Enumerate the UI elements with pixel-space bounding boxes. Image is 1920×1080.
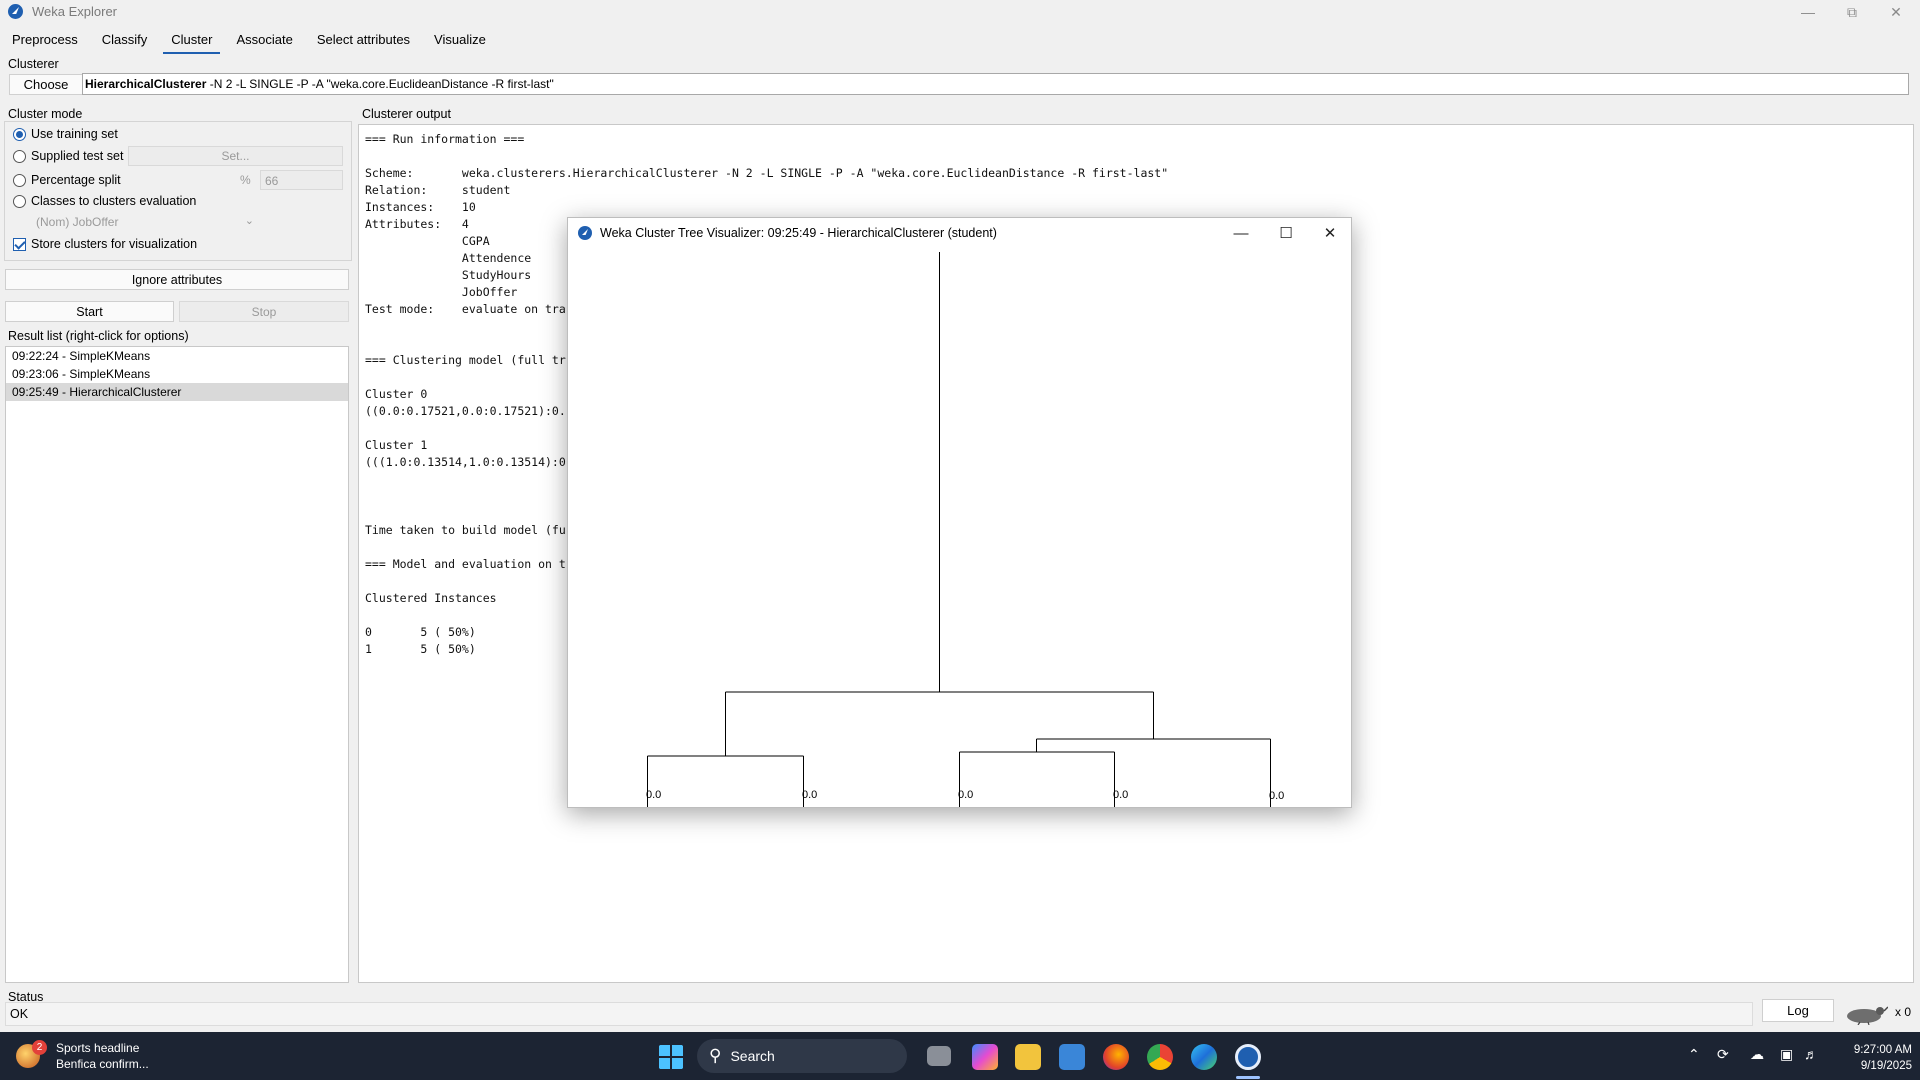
- output-line: Scheme: weka.clusterers.HierarchicalClus…: [365, 166, 1169, 180]
- popup-title: Weka Cluster Tree Visualizer: 09:25:49 -…: [600, 226, 997, 240]
- ignore-attributes-button[interactable]: Ignore attributes: [5, 269, 349, 290]
- weka-bird-icon[interactable]: [1842, 1003, 1888, 1025]
- cluster-mode-label: Cluster mode: [8, 107, 83, 121]
- radio-selected-icon[interactable]: [13, 127, 26, 141]
- notification-badge: 2: [32, 1040, 47, 1055]
- leaf-label: 0.0: [1113, 789, 1128, 801]
- taskbar-clock[interactable]: 9:27:00 AM 9/19/2025: [1820, 1042, 1912, 1074]
- clock-date: 9/19/2025: [1860, 1060, 1912, 1072]
- search-icon: ⚲: [709, 1046, 722, 1065]
- percentage-split-label: Percentage split: [31, 173, 121, 187]
- store-clusters-option[interactable]: Store clusters for visualization: [13, 237, 197, 251]
- choose-button[interactable]: Choose: [9, 74, 83, 95]
- checkbox-checked-icon[interactable]: [13, 237, 26, 251]
- clusterer-name: HierarchicalClusterer: [85, 77, 207, 91]
- cloud-offline-icon[interactable]: ☁: [1750, 1046, 1764, 1063]
- search-placeholder: Search: [730, 1048, 775, 1064]
- class-attribute-dropdown[interactable]: (Nom) JobOffer ⌄: [28, 214, 260, 232]
- news-subtitle: Benfica confirm...: [56, 1057, 149, 1071]
- network-icon[interactable]: ▣: [1780, 1046, 1793, 1063]
- status-field: OK: [5, 1002, 1753, 1026]
- task-view-icon[interactable]: [927, 1046, 951, 1066]
- clusterer-section-label: Clusterer: [8, 57, 59, 71]
- tab-associate[interactable]: Associate: [224, 26, 304, 54]
- percentage-split-option[interactable]: Percentage split: [13, 173, 121, 187]
- close-icon[interactable]: ✕: [1874, 0, 1918, 24]
- news-widget[interactable]: 2 Sports headline Benfica confirm...: [16, 1040, 149, 1072]
- store-icon[interactable]: [1059, 1044, 1085, 1070]
- file-explorer-icon[interactable]: [1015, 1044, 1041, 1070]
- list-item[interactable]: 09:25:49 - HierarchicalClusterer: [6, 383, 348, 401]
- use-training-set-option[interactable]: Use training set: [13, 127, 118, 141]
- result-list[interactable]: 09:22:24 - SimpleKMeans 09:23:06 - Simpl…: [5, 346, 349, 983]
- percent-symbol: %: [240, 173, 251, 187]
- set-test-set-button[interactable]: Set...: [128, 146, 343, 166]
- store-clusters-label: Store clusters for visualization: [31, 237, 198, 251]
- classes-to-clusters-option[interactable]: Classes to clusters evaluation: [13, 194, 196, 208]
- chrome-icon[interactable]: [1147, 1044, 1173, 1070]
- windows-taskbar: 2 Sports headline Benfica confirm... ⚲ S…: [0, 1032, 1920, 1080]
- popup-titlebar[interactable]: Weka Cluster Tree Visualizer: 09:25:49 -…: [568, 218, 1351, 248]
- leaf-label: 0.0: [646, 789, 661, 801]
- minimize-icon[interactable]: —: [1219, 218, 1263, 248]
- dendrogram: 0.0 0.0 0.0 0.0 0.0: [646, 252, 1284, 807]
- explorer-tabs: Preprocess Classify Cluster Associate Se…: [0, 26, 498, 54]
- minimize-icon[interactable]: —: [1786, 0, 1830, 24]
- chevron-down-icon: ⌄: [244, 215, 254, 227]
- list-item[interactable]: 09:23:06 - SimpleKMeans: [6, 365, 348, 383]
- window-titlebar: Weka Explorer — ⧉ ✕: [0, 0, 1920, 24]
- clusterer-output-label: Clusterer output: [362, 107, 451, 121]
- classes-to-clusters-label: Classes to clusters evaluation: [31, 194, 197, 208]
- radio-icon[interactable]: [13, 149, 26, 163]
- supplied-test-set-option[interactable]: Supplied test set: [13, 149, 123, 163]
- tab-select-attributes[interactable]: Select attributes: [305, 26, 422, 54]
- class-attribute-value: (Nom) JobOffer: [36, 215, 119, 229]
- output-line: === Run information ===: [365, 132, 525, 146]
- weka-app-icon: [578, 226, 592, 240]
- active-app-indicator: [1236, 1076, 1260, 1079]
- stop-button[interactable]: Stop: [179, 301, 349, 322]
- leaf-label: 0.0: [802, 789, 817, 801]
- task-count: x 0: [1895, 1005, 1912, 1019]
- percentage-split-input[interactable]: 66: [260, 170, 343, 190]
- volume-icon[interactable]: ♬: [1804, 1046, 1818, 1062]
- result-list-label: Result list (right-click for options): [8, 329, 189, 343]
- tab-classify[interactable]: Classify: [90, 26, 160, 54]
- clusterer-options: -N 2 -L SINGLE -P -A "weka.core.Euclidea…: [206, 77, 554, 91]
- tab-preprocess[interactable]: Preprocess: [0, 26, 90, 54]
- radio-icon[interactable]: [13, 173, 26, 187]
- output-line: Instances: 10: [365, 200, 476, 214]
- tab-visualize[interactable]: Visualize: [422, 26, 498, 54]
- log-button[interactable]: Log: [1762, 999, 1834, 1022]
- tab-cluster[interactable]: Cluster: [159, 26, 224, 54]
- maximize-icon[interactable]: ☐: [1264, 218, 1308, 248]
- taskbar-search-box[interactable]: ⚲ Search: [697, 1039, 907, 1073]
- weka-app-icon: [8, 4, 23, 19]
- radio-icon[interactable]: [13, 194, 26, 208]
- chevron-up-icon[interactable]: ⌃: [1688, 1046, 1700, 1063]
- windows-start-icon[interactable]: [658, 1044, 684, 1070]
- clusterer-config-field[interactable]: HierarchicalClusterer -N 2 -L SINGLE -P …: [82, 73, 1909, 95]
- use-training-set-label: Use training set: [31, 127, 118, 141]
- start-button[interactable]: Start: [5, 301, 174, 322]
- news-icon: 2: [16, 1040, 47, 1068]
- edge-icon[interactable]: [1191, 1044, 1217, 1070]
- clock-time: 9:27:00 AM: [1853, 1044, 1912, 1056]
- news-title: Sports headline: [56, 1041, 140, 1055]
- supplied-test-set-label: Supplied test set: [31, 149, 124, 163]
- output-line: Relation: student: [365, 183, 511, 197]
- restore-icon[interactable]: ⧉: [1830, 0, 1874, 24]
- copilot-icon[interactable]: [972, 1044, 998, 1070]
- sync-icon[interactable]: ⟳: [1717, 1046, 1729, 1063]
- list-item[interactable]: 09:22:24 - SimpleKMeans: [6, 347, 348, 365]
- leaf-label: 0.0: [958, 789, 973, 801]
- cluster-tree-visualizer-window[interactable]: Weka Cluster Tree Visualizer: 09:25:49 -…: [567, 217, 1352, 808]
- window-title: Weka Explorer: [32, 4, 118, 19]
- weka-taskbar-icon[interactable]: [1235, 1044, 1261, 1070]
- close-icon[interactable]: ✕: [1308, 218, 1352, 248]
- leaf-label: 0.0: [1269, 790, 1284, 802]
- firefox-icon[interactable]: [1103, 1044, 1129, 1070]
